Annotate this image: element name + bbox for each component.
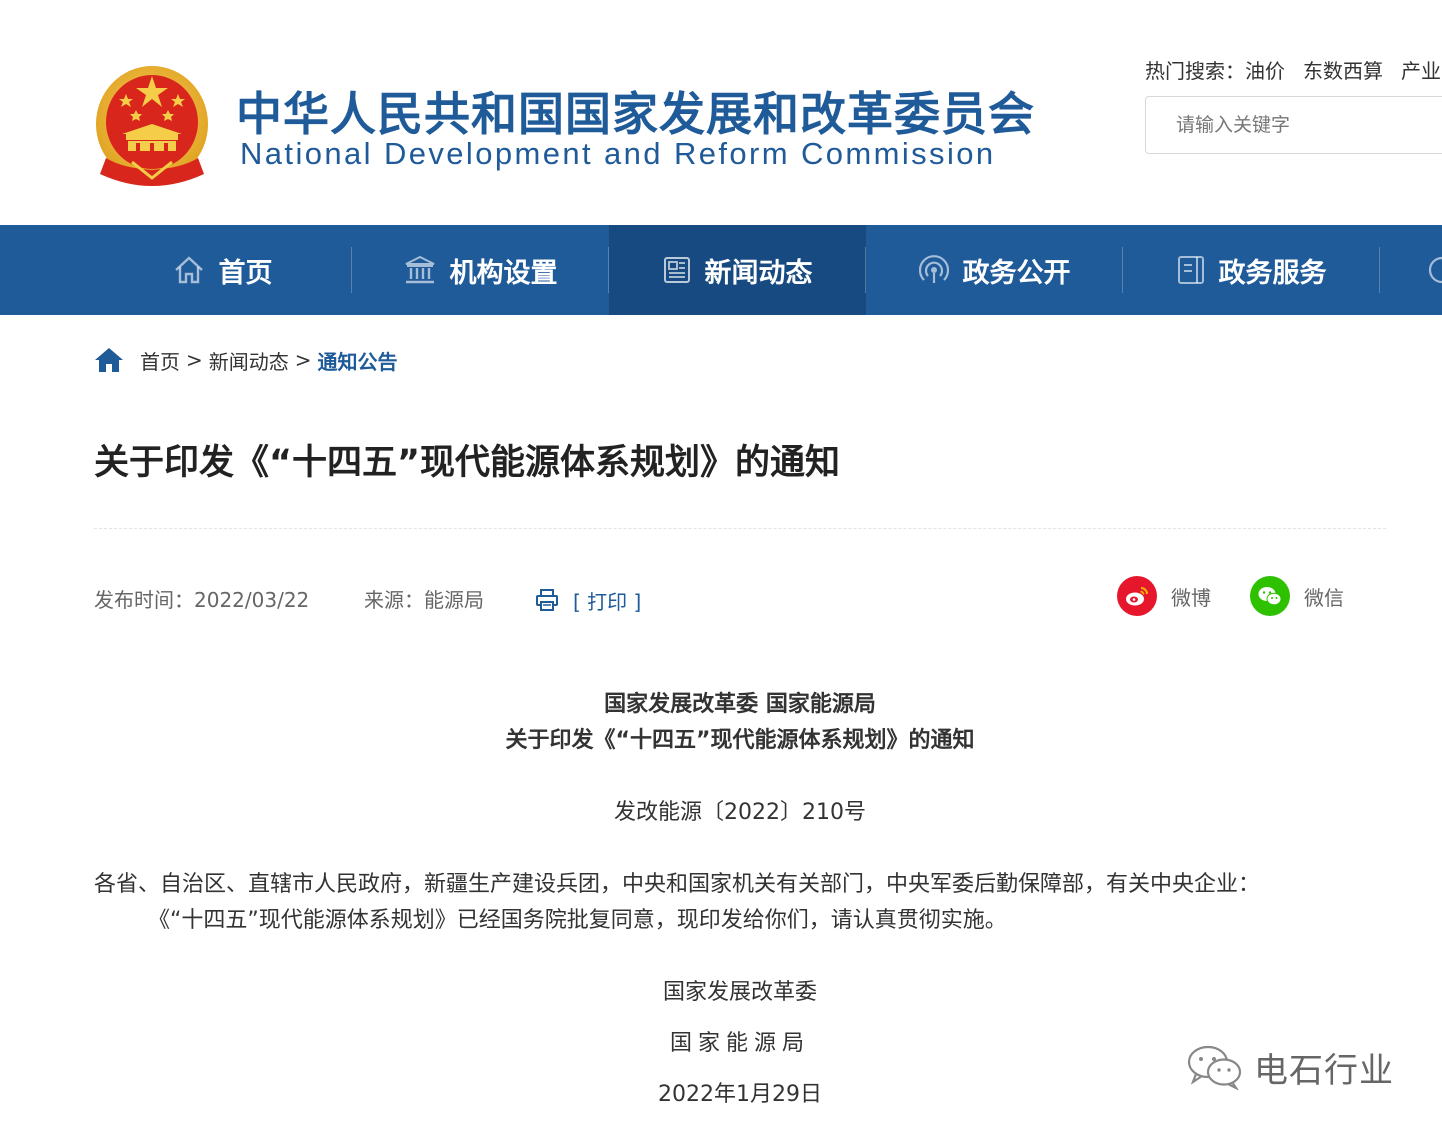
- publish-time: 发布时间：2022/03/22: [94, 588, 310, 612]
- breadcrumb-section[interactable]: 新闻动态: [209, 346, 289, 375]
- home-icon[interactable]: [94, 347, 124, 373]
- institution-icon: [405, 255, 434, 284]
- watermark-text: 电石行业: [1254, 1050, 1394, 1091]
- breadcrumb-separator: >: [294, 348, 312, 372]
- nav-item-government-affairs[interactable]: 政务公开: [866, 225, 1123, 315]
- hot-search-term[interactable]: 油价: [1245, 59, 1285, 83]
- hot-search-label: 热门搜索：: [1145, 59, 1245, 83]
- print-button[interactable]: [ 打印 ]: [535, 585, 641, 615]
- hot-search: 热门搜索：油价 东数西算 产业: [1145, 56, 1442, 86]
- nav-item-news[interactable]: 新闻动态: [609, 225, 866, 315]
- wechat-icon: [1250, 576, 1290, 616]
- nav-label: 机构设置: [449, 257, 558, 289]
- nav-label: 政务服务: [1218, 257, 1327, 289]
- site-header: 中华人民共和国国家发展和改革委员会 National Development a…: [0, 0, 1442, 225]
- hot-search-term[interactable]: 东数西算: [1303, 59, 1383, 83]
- search-box: [1145, 96, 1442, 154]
- article-source: 来源：能源局: [364, 588, 484, 612]
- main-nav: 首页 机构设置 新闻动态 政务公开 政务服务: [0, 225, 1442, 315]
- share-weibo-button[interactable]: 微博: [1117, 576, 1211, 616]
- print-label: [ 打印 ]: [573, 589, 642, 614]
- hot-search-term[interactable]: 产业: [1401, 59, 1441, 83]
- title-divider: [94, 528, 1386, 529]
- share-wechat-button[interactable]: 微信: [1250, 576, 1344, 616]
- printer-icon: [536, 589, 558, 611]
- signer-ndrc: 国家发展改革委: [662, 980, 817, 1005]
- national-emblem-icon[interactable]: [92, 62, 212, 188]
- breadcrumb-current[interactable]: 通知公告: [318, 346, 398, 375]
- nav-label: 首页: [218, 257, 273, 289]
- breadcrumb-home[interactable]: 首页: [140, 346, 180, 375]
- weibo-icon: [1117, 576, 1157, 616]
- site-name-en[interactable]: National Development and Reform Commissi…: [240, 134, 996, 174]
- nav-item-home[interactable]: 首页: [94, 225, 351, 315]
- home-icon: [174, 256, 203, 284]
- service-icon: [1177, 256, 1204, 284]
- wechat-outline-icon: [1187, 1045, 1242, 1090]
- body-paragraph: 《“十四五”现代能源体系规划》已经国务院批复同意，现印发给你们，请认真贯彻实施。: [148, 908, 1007, 933]
- nav-label: 政务公开: [962, 257, 1071, 289]
- more-nav-icon[interactable]: [1428, 255, 1442, 285]
- article-title: 关于印发《“十四五”现代能源体系规划》的通知: [94, 443, 841, 483]
- document-head-title: 关于印发《“十四五”现代能源体系规划》的通知: [505, 728, 975, 753]
- document-number: 发改能源〔2022〕210号: [614, 800, 866, 825]
- document-head-issuers: 国家发展改革委 国家能源局: [604, 692, 876, 717]
- wechat-account-watermark: 电石行业: [1186, 1042, 1394, 1092]
- recipients-paragraph: 各省、自治区、直辖市人民政府，新疆生产建设兵团，中央和国家机关有关部门，中央军委…: [94, 872, 1261, 897]
- nav-item-institutions[interactable]: 机构设置: [352, 225, 609, 315]
- search-input[interactable]: [1176, 97, 1442, 153]
- nav-divider: [1379, 247, 1380, 293]
- news-icon: [663, 257, 690, 283]
- breadcrumb: 首页 > 新闻动态 > 通知公告: [94, 343, 398, 377]
- weibo-label: 微博: [1171, 585, 1211, 610]
- nav-item-services[interactable]: 政务服务: [1123, 225, 1380, 315]
- broadcast-icon: [918, 255, 949, 283]
- wechat-label: 微信: [1304, 585, 1344, 610]
- nav-label: 新闻动态: [704, 257, 813, 289]
- breadcrumb-separator: >: [186, 348, 203, 372]
